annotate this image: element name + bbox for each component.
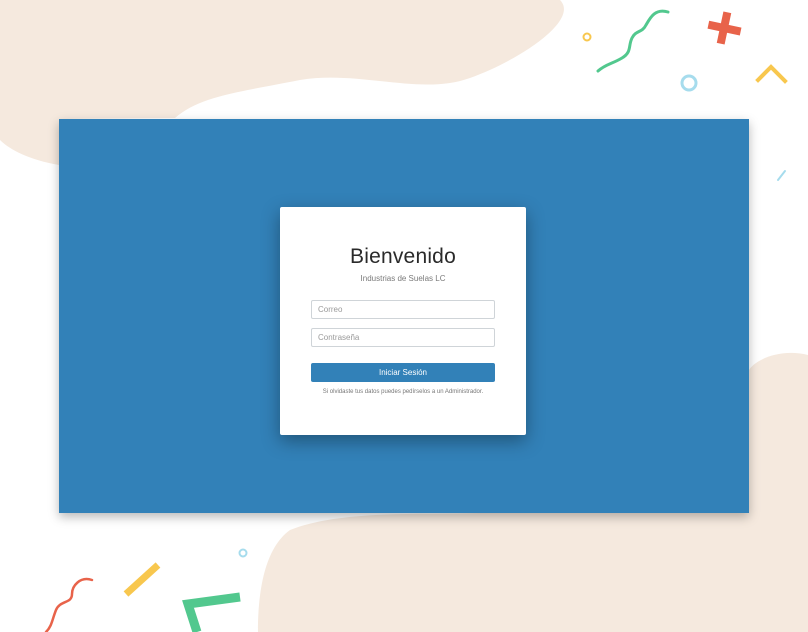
confetti-squiggle-green (596, 9, 670, 73)
confetti-chevron-yellow (755, 64, 788, 84)
company-subtitle: Industrias de Suelas LC (360, 274, 446, 283)
password-input[interactable] (311, 328, 495, 347)
confetti-ring-cyan-bottom (238, 548, 248, 558)
welcome-title: Bienvenido (350, 245, 456, 268)
login-card: Bienvenido Industrias de Suelas LC Inici… (280, 207, 526, 435)
confetti-ring-cyan-top (680, 74, 698, 92)
email-input[interactable] (311, 300, 495, 319)
confetti-plus-red (707, 11, 742, 45)
confetti-corner-green (182, 592, 241, 632)
confetti-bar-yellow (123, 562, 161, 597)
confetti-squiggle-red (44, 577, 94, 632)
forgot-credentials-hint: Si olvidaste tus datos puedes pedírselos… (322, 389, 484, 395)
app-window: Bienvenido Industrias de Suelas LC Inici… (59, 119, 749, 513)
login-button[interactable]: Iniciar Sesión (311, 363, 495, 382)
confetti-dash-cyan (777, 170, 786, 181)
confetti-ring-yellow (582, 32, 592, 42)
